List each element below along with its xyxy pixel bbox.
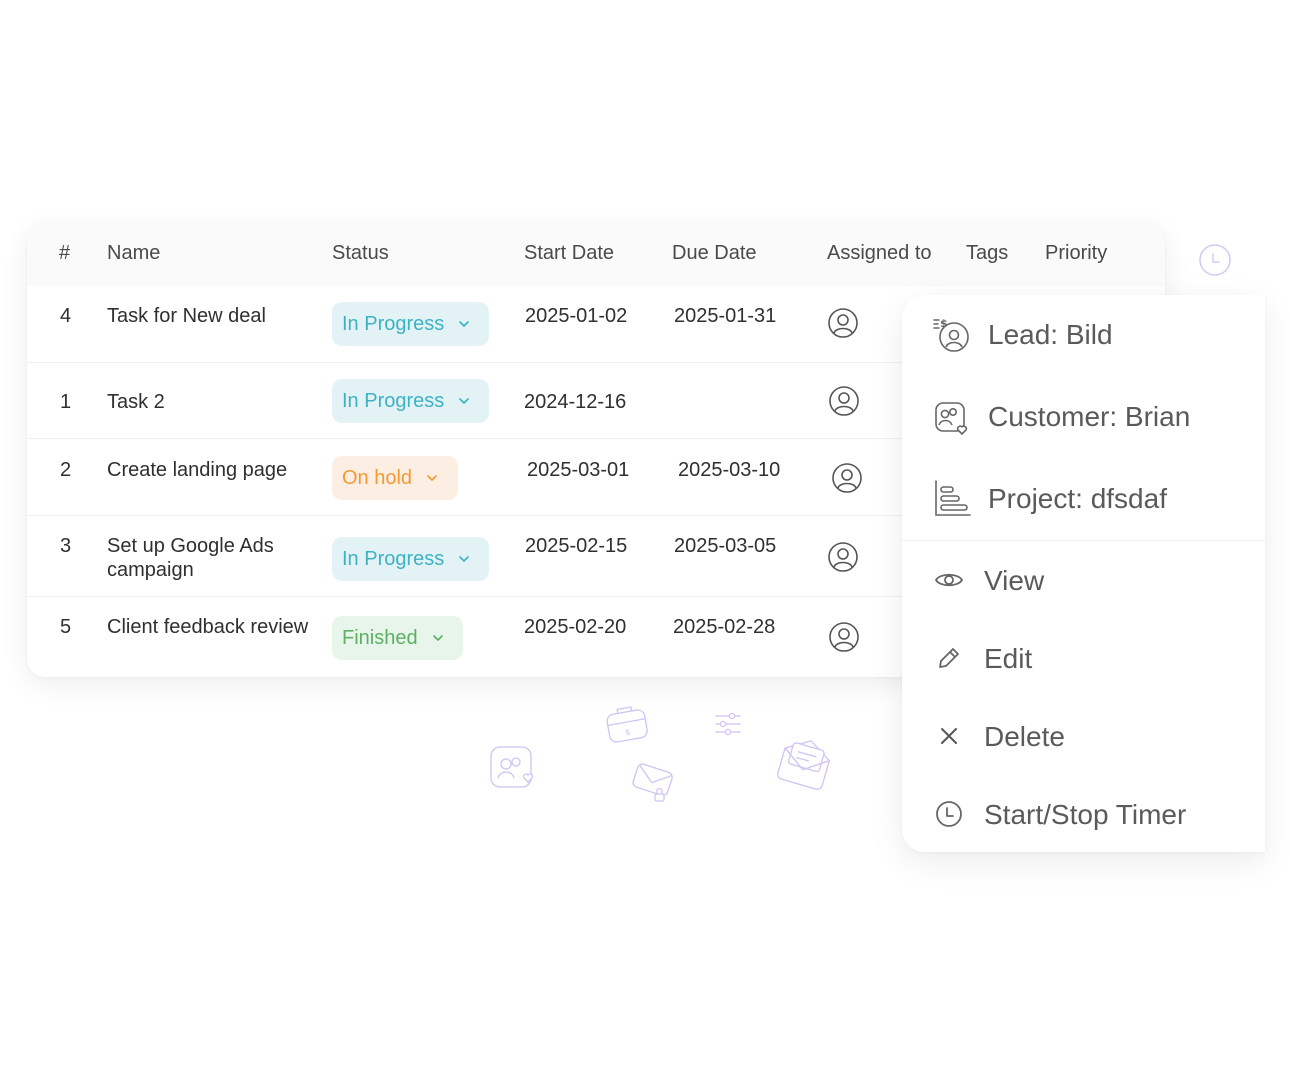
- chevron-down-icon: [459, 321, 470, 327]
- header-status[interactable]: Status: [332, 242, 389, 265]
- row-number: 3: [60, 535, 72, 557]
- status-dropdown[interactable]: Finished: [332, 616, 463, 660]
- status-dropdown[interactable]: In Progress: [332, 302, 489, 346]
- clock-icon: [936, 801, 962, 827]
- start-date: 2025-02-15: [525, 535, 628, 557]
- menu-item-customer[interactable]: Customer: Brian: [902, 385, 1265, 445]
- status-label: In Progress: [342, 312, 445, 335]
- close-x-icon: [941, 728, 957, 744]
- menu-item-view-label: View: [984, 565, 1045, 596]
- status-label: In Progress: [342, 389, 445, 412]
- pencil-icon: [939, 648, 959, 668]
- user-avatar-icon[interactable]: [828, 621, 860, 653]
- menu-item-project-label: Project: dfsdaf: [988, 483, 1167, 514]
- status-label: In Progress: [342, 547, 445, 570]
- header-tags[interactable]: Tags: [966, 242, 1008, 265]
- task-name-link[interactable]: Set up Google Ads campaign: [107, 534, 317, 582]
- menu-item-timer[interactable]: Start/Stop Timer: [902, 783, 1265, 843]
- header-name[interactable]: Name: [107, 242, 160, 265]
- eye-icon: [935, 573, 963, 587]
- row-number: 2: [60, 459, 72, 481]
- start-date: 2024-12-16: [524, 391, 627, 413]
- svg-text:$: $: [625, 728, 632, 738]
- due-date: 2025-01-31: [674, 305, 777, 327]
- menu-item-delete[interactable]: Delete: [902, 705, 1265, 765]
- user-avatar-icon[interactable]: [827, 307, 859, 339]
- header-assigned-to[interactable]: Assigned to: [827, 242, 932, 265]
- user-avatar-icon[interactable]: [831, 462, 863, 494]
- clock-decoration-icon: [1199, 244, 1231, 276]
- header-number[interactable]: #: [59, 242, 70, 265]
- menu-item-project[interactable]: Project: dfsdaf: [902, 467, 1265, 527]
- menu-item-lead-label: Lead: Bild: [988, 319, 1113, 350]
- status-dropdown[interactable]: In Progress: [332, 537, 489, 581]
- due-date: 2025-03-10: [678, 459, 781, 481]
- menu-item-customer-label: Customer: Brian: [988, 401, 1191, 432]
- lead-money-user-icon: $: [933, 317, 969, 352]
- header-start-date[interactable]: Start Date: [524, 242, 614, 265]
- user-avatar-icon[interactable]: [828, 385, 860, 417]
- envelope-lock-decoration-icon: [632, 763, 673, 802]
- header-priority[interactable]: Priority: [1045, 242, 1107, 265]
- sliders-decoration-icon: [715, 712, 741, 736]
- menu-item-delete-label: Delete: [984, 721, 1065, 752]
- chevron-down-icon: [432, 635, 443, 641]
- due-date: 2025-03-05: [674, 535, 777, 557]
- user-avatar-icon[interactable]: [827, 541, 859, 573]
- menu-item-view[interactable]: View: [902, 549, 1265, 609]
- status-dropdown[interactable]: In Progress: [332, 379, 489, 423]
- row-number: 4: [60, 305, 72, 327]
- status-label: Finished: [342, 626, 418, 649]
- task-name-link[interactable]: Client feedback review: [107, 615, 317, 639]
- menu-item-edit[interactable]: Edit: [902, 627, 1265, 687]
- task-name-link[interactable]: Task for New deal: [107, 304, 266, 328]
- task-name-link[interactable]: Create landing page: [107, 458, 287, 482]
- row-number: 1: [60, 391, 72, 413]
- customer-group-decoration-icon: [490, 746, 534, 788]
- start-date: 2025-01-02: [525, 305, 628, 327]
- row-context-menu: $ Lead: Bild Customer: Brian Project: df…: [902, 295, 1265, 852]
- status-label: On hold: [342, 466, 413, 489]
- start-date: 2025-03-01: [527, 459, 630, 481]
- svg-text:$: $: [940, 317, 948, 330]
- chevron-down-icon: [459, 556, 470, 562]
- menu-item-edit-label: Edit: [984, 643, 1033, 674]
- header-due-date[interactable]: Due Date: [672, 242, 757, 265]
- gantt-project-icon: [935, 480, 971, 516]
- status-dropdown[interactable]: On hold: [332, 456, 458, 500]
- menu-item-timer-label: Start/Stop Timer: [984, 799, 1187, 830]
- mail-decoration-icon: [777, 740, 831, 790]
- task-name-link[interactable]: Task 2: [107, 390, 165, 414]
- row-number: 5: [60, 616, 72, 638]
- customer-group-icon: [935, 402, 968, 436]
- menu-divider: [902, 540, 1265, 541]
- chevron-down-icon: [459, 398, 470, 404]
- briefcase-decoration-icon: $: [606, 706, 648, 743]
- menu-item-lead[interactable]: $ Lead: Bild: [902, 303, 1265, 363]
- chevron-down-icon: [427, 475, 437, 481]
- start-date: 2025-02-20: [524, 616, 627, 638]
- table-header: # Name Status Start Date Due Date Assign…: [27, 222, 1165, 286]
- due-date: 2025-02-28: [673, 616, 776, 638]
